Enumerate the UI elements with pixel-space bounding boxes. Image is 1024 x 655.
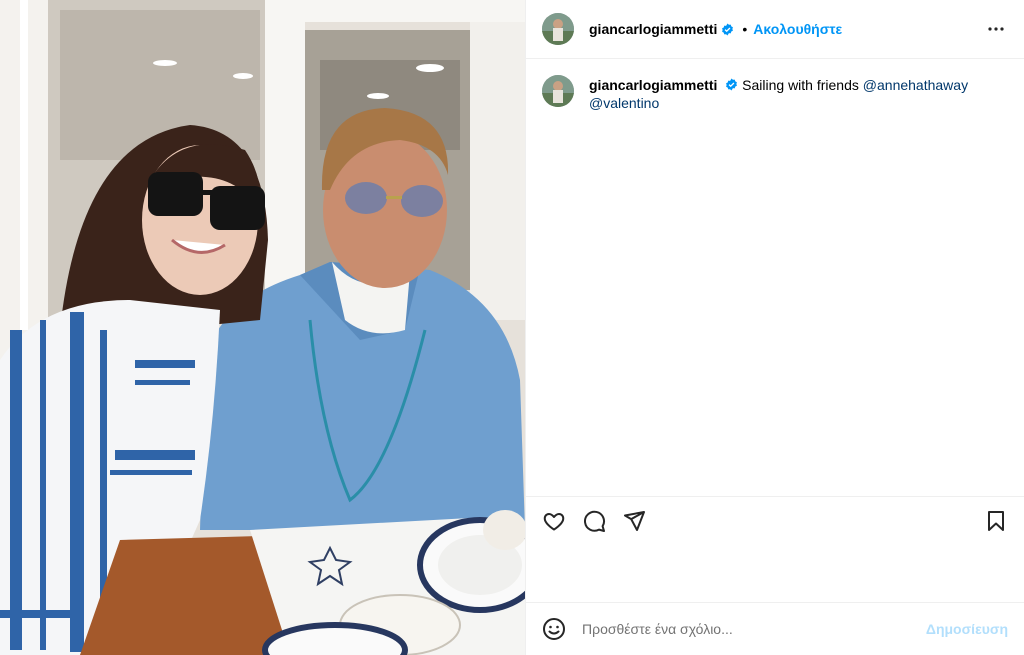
comment-bubble-icon[interactable] [582,509,606,533]
separator-dot: • [742,21,748,37]
mention-annehathaway[interactable]: @annehathaway [863,77,968,93]
emoji-icon[interactable] [542,617,566,641]
avatar-image [542,13,574,45]
comment-composer: Δημοσίευση [526,603,1024,655]
caption: giancarlogiammetti Sailing with friends … [542,75,1008,112]
heart-icon[interactable] [542,509,566,533]
username-link[interactable]: giancarlogiammetti [589,21,717,37]
caption-text: giancarlogiammetti Sailing with friends … [589,76,989,112]
post-header: giancarlogiammetti • Ακολουθήστε [526,0,1024,59]
caption-username[interactable]: giancarlogiammetti [589,77,717,93]
avatar[interactable] [542,13,574,45]
photo-image [0,0,525,655]
verified-badge-icon [725,77,738,91]
avatar[interactable] [542,75,574,107]
post-sidebar: giancarlogiammetti • Ακολουθήστε giancar… [525,0,1024,655]
caption-body: Sailing with friends [742,77,863,93]
mention-valentino[interactable]: @valentino [589,95,659,111]
comment-input[interactable] [582,621,918,637]
verified-badge-icon [721,23,734,36]
comments-area: giancarlogiammetti Sailing with friends … [526,59,1024,497]
follow-button[interactable]: Ακολουθήστε [753,21,842,37]
avatar-image [542,75,574,107]
share-paper-plane-icon[interactable] [622,509,646,533]
instagram-post: giancarlogiammetti • Ακολουθήστε giancar… [0,0,1024,655]
post-photo[interactable] [0,0,525,655]
action-bar [526,497,1024,603]
bookmark-icon[interactable] [984,509,1008,533]
post-comment-button[interactable]: Δημοσίευση [926,621,1008,637]
more-options-icon[interactable] [984,17,1008,41]
